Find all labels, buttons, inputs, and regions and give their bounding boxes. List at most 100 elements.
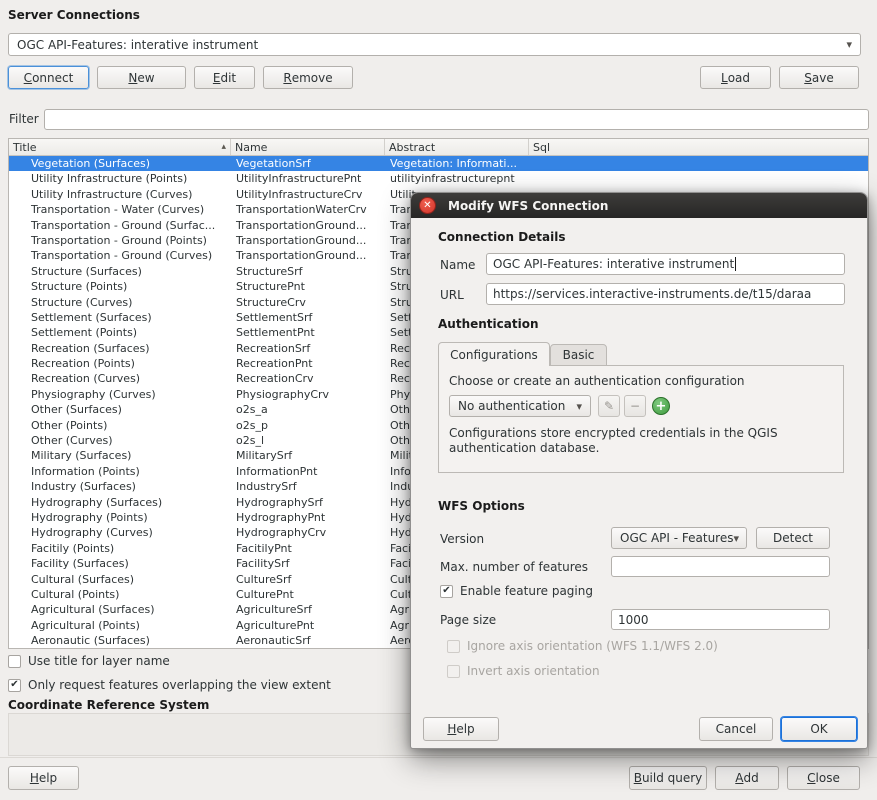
cell-title: Facitily (Points) <box>9 541 231 556</box>
checkmark-icon: ✔ <box>10 680 18 690</box>
cell-name: PhysiographyCrv <box>231 387 385 402</box>
connect-button[interactable]: Connect <box>8 66 89 89</box>
section-title-server-connections: Server Connections <box>8 8 140 22</box>
dialog-titlebar[interactable]: ✕ Modify WFS Connection <box>411 193 867 218</box>
cell-title: Transportation - Ground (Points) <box>9 233 231 248</box>
cell-name: AgricultureSrf <box>231 602 385 617</box>
cell-name: TransportationGround... <box>231 248 385 263</box>
cell-name: FacilitySrf <box>231 556 385 571</box>
cell-name: StructureCrv <box>231 295 385 310</box>
cell-title: Hydrography (Points) <box>9 510 231 525</box>
cell-title: Physiography (Curves) <box>9 387 231 402</box>
version-select-value: OGC API - Features <box>620 531 733 545</box>
crs-heading: Coordinate Reference System <box>8 698 209 712</box>
column-header-sql[interactable]: Sql <box>529 139 868 155</box>
cell-title: Industry (Surfaces) <box>9 479 231 494</box>
name-input[interactable]: OGC API-Features: interative instrument <box>486 253 845 275</box>
cell-title: Recreation (Points) <box>9 356 231 371</box>
cell-title: Aeronautic (Surfaces) <box>9 633 231 648</box>
close-window-icon[interactable]: ✕ <box>419 197 436 214</box>
ignore-axis-checkbox: Ignore axis orientation (WFS 1.1/WFS 2.0… <box>447 639 718 653</box>
cell-name: HydrographySrf <box>231 495 385 510</box>
cell-name: HydrographyCrv <box>231 525 385 540</box>
filter-input[interactable] <box>44 109 869 130</box>
help-button[interactable]: Help <box>8 766 79 790</box>
save-button[interactable]: Save <box>779 66 859 89</box>
cell-name: StructureSrf <box>231 264 385 279</box>
cell-name: FacitilyPnt <box>231 541 385 556</box>
page-size-input[interactable]: 1000 <box>611 609 830 630</box>
cell-name: IndustrySrf <box>231 479 385 494</box>
cell-name: AeronauticSrf <box>231 633 385 648</box>
footer-divider <box>0 757 877 758</box>
chevron-down-icon: ▾ <box>733 532 739 545</box>
new-button[interactable]: New <box>97 66 186 89</box>
cell-title: Hydrography (Surfaces) <box>9 495 231 510</box>
edit-button[interactable]: Edit <box>194 66 255 89</box>
cell-title: Other (Surfaces) <box>9 402 231 417</box>
version-select[interactable]: OGC API - Features ▾ <box>611 527 747 549</box>
max-features-input[interactable] <box>611 556 830 577</box>
add-configuration-button[interactable]: + <box>652 397 670 415</box>
detect-button[interactable]: Detect <box>756 527 830 549</box>
table-row[interactable]: Vegetation (Surfaces) VegetationSrf Vege… <box>9 156 868 171</box>
close-button[interactable]: Close <box>787 766 860 790</box>
close-x-glyph: ✕ <box>423 201 431 211</box>
cell-title: Military (Surfaces) <box>9 448 231 463</box>
cell-name: SettlementPnt <box>231 325 385 340</box>
add-button[interactable]: Add <box>715 766 779 790</box>
table-row[interactable]: Utility Infrastructure (Points) UtilityI… <box>9 171 868 186</box>
cell-title: Hydrography (Curves) <box>9 525 231 540</box>
auth-config-select[interactable]: No authentication ▾ <box>449 395 591 417</box>
cell-sql <box>529 156 868 171</box>
connection-details-heading: Connection Details <box>438 230 566 244</box>
use-title-checkbox[interactable]: Use title for layer name <box>8 654 170 668</box>
column-header-title[interactable]: Title ▴ <box>9 139 231 155</box>
wfs-options-heading: WFS Options <box>438 499 525 513</box>
plus-icon: + <box>656 400 667 413</box>
cell-title: Transportation - Ground (Curves) <box>9 248 231 263</box>
column-header-abstract[interactable]: Abstract <box>385 139 529 155</box>
cell-title: Settlement (Points) <box>9 325 231 340</box>
dialog-help-button[interactable]: Help <box>423 717 499 741</box>
sort-ascending-icon: ▴ <box>221 142 226 152</box>
dialog-cancel-button[interactable]: Cancel <box>699 717 773 741</box>
name-label: Name <box>440 258 475 272</box>
cell-name: TransportationGround... <box>231 233 385 248</box>
cell-name: o2s_l <box>231 433 385 448</box>
connection-select[interactable]: OGC API-Features: interative instrument … <box>8 33 861 56</box>
cell-title: Settlement (Surfaces) <box>9 310 231 325</box>
checkbox-unchecked-icon <box>8 655 21 668</box>
tab-configurations[interactable]: Configurations <box>438 342 550 366</box>
build-query-button[interactable]: Build query <box>629 766 707 790</box>
url-label: URL <box>440 288 464 302</box>
only-request-checkbox[interactable]: ✔ Only request features overlapping the … <box>8 678 331 692</box>
cell-name: RecreationPnt <box>231 356 385 371</box>
cell-title: Other (Points) <box>9 418 231 433</box>
version-label: Version <box>440 532 484 546</box>
max-features-label: Max. number of features <box>440 560 588 574</box>
cell-name: AgriculturePnt <box>231 618 385 633</box>
dialog-ok-button[interactable]: OK <box>781 717 857 741</box>
cell-name: RecreationSrf <box>231 341 385 356</box>
cell-title: Cultural (Surfaces) <box>9 572 231 587</box>
column-header-name[interactable]: Name <box>231 139 385 155</box>
remove-button[interactable]: Remove <box>263 66 353 89</box>
tab-basic[interactable]: Basic <box>550 344 607 366</box>
auth-choose-text: Choose or create an authentication confi… <box>449 374 745 388</box>
text-cursor <box>735 257 736 271</box>
checkbox-disabled-icon <box>447 640 460 653</box>
chevron-down-icon: ▾ <box>576 400 582 413</box>
cell-title: Utility Infrastructure (Points) <box>9 171 231 186</box>
load-button[interactable]: Load <box>700 66 771 89</box>
modify-wfs-connection-dialog: ✕ Modify WFS Connection Connection Detai… <box>410 192 868 749</box>
cell-name: CulturePnt <box>231 587 385 602</box>
cell-title: Recreation (Surfaces) <box>9 341 231 356</box>
cell-name: o2s_p <box>231 418 385 433</box>
minus-icon: − <box>630 399 640 413</box>
remove-configuration-button: − <box>624 395 646 417</box>
cell-name: CultureSrf <box>231 572 385 587</box>
url-input[interactable]: https://services.interactive-instruments… <box>486 283 845 305</box>
enable-paging-checkbox[interactable]: ✔ Enable feature paging <box>440 584 593 598</box>
checkbox-checked-icon: ✔ <box>8 679 21 692</box>
